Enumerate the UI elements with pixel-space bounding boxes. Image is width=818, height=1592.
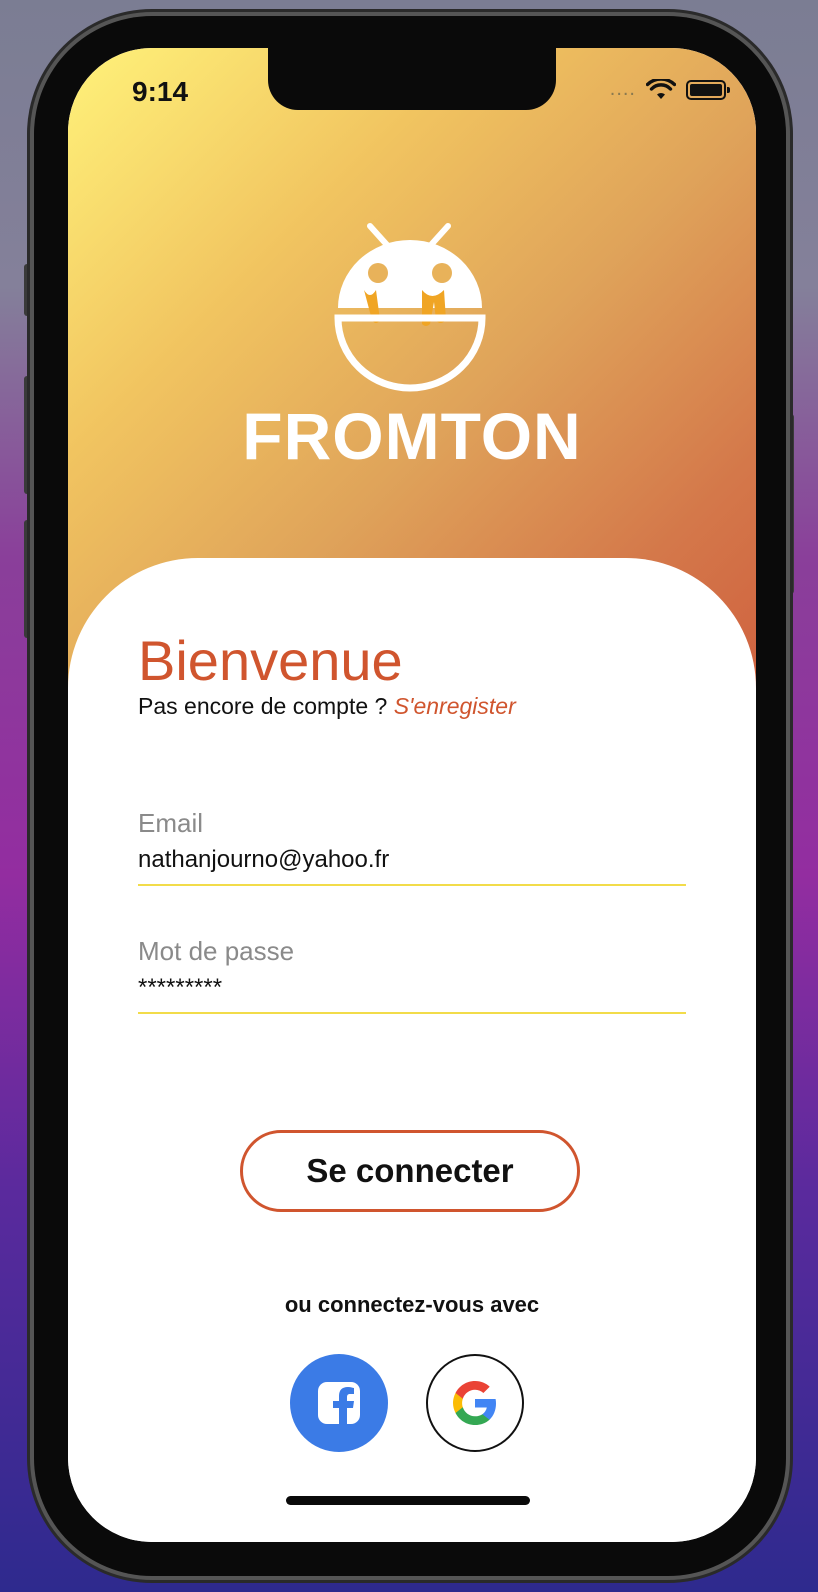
notch [268,48,556,110]
welcome-title: Bienvenue [138,629,403,692]
password-label: Mot de passe [138,936,295,966]
register-link[interactable]: S'enregister [394,693,516,719]
fromton-logo-icon [334,223,486,392]
facebook-icon [318,1382,360,1424]
status-time: 9:14 [132,76,189,107]
email-underline [138,884,686,886]
email-field[interactable]: nathanjourno@yahoo.fr [138,846,389,874]
status-icons: .... [609,78,730,101]
alt-login-label: ou connectez-vous avec [284,1292,540,1317]
app-screen: 9:14 .... FROMTON Bienvenue Pas encore d… [68,48,756,1542]
password-underline [138,1012,686,1014]
login-button[interactable]: Se connecter [240,1130,580,1212]
register-prompt: Pas encore de compte ? S'enregister [138,693,516,720]
facebook-login-button[interactable] [290,1354,388,1452]
mute-switch [24,264,32,316]
brand-title: FROMTON [242,399,582,473]
google-login-button[interactable] [426,1354,524,1452]
register-prompt-text: Pas encore de compte ? [138,693,394,719]
power-button [786,414,794,594]
battery-icon [686,79,730,100]
google-icon [453,1381,496,1425]
volume-up-button [24,376,32,494]
email-label: Email [138,808,204,838]
home-indicator[interactable] [286,1496,530,1505]
password-field[interactable]: ********* [138,974,222,1002]
wifi-icon [646,78,676,99]
volume-down-button [24,520,32,638]
signal-dots: .... [609,78,636,100]
